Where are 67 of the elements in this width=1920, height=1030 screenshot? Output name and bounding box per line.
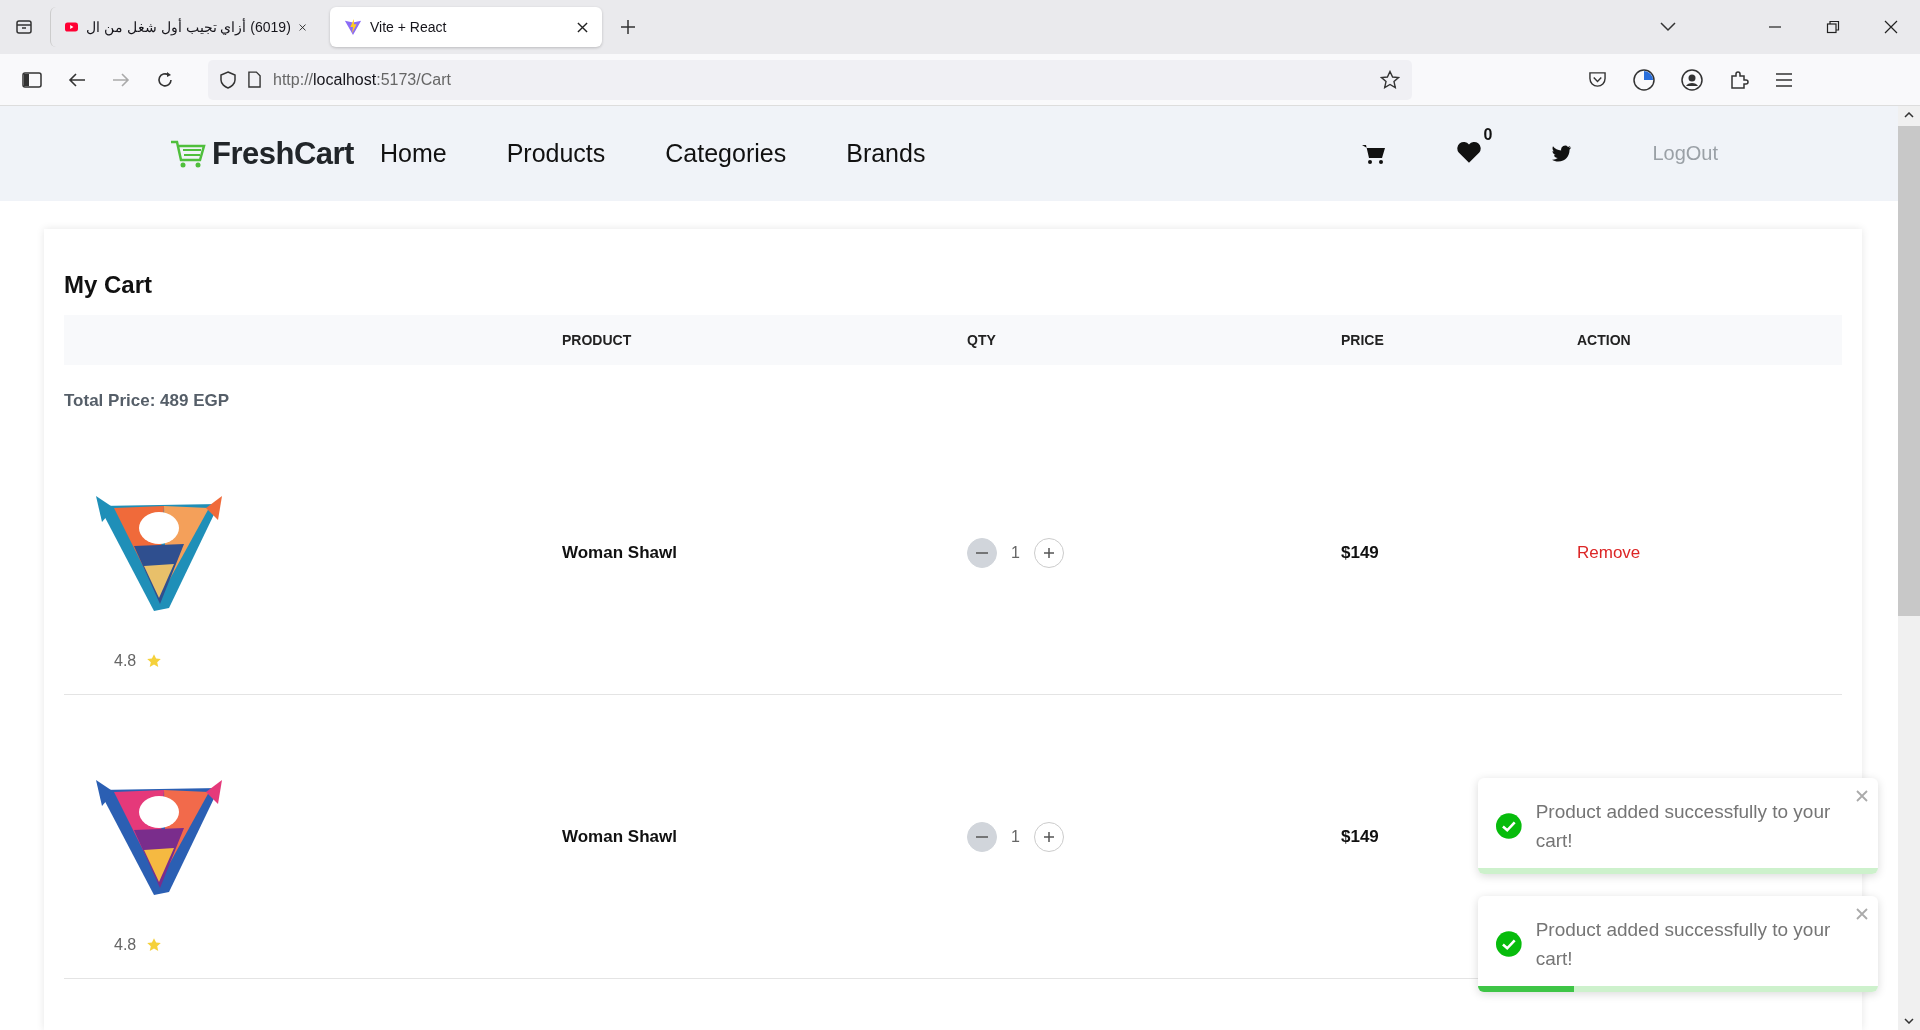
decrease-button[interactable] [967, 821, 997, 852]
shield-icon [220, 70, 236, 89]
plus-icon [1041, 545, 1056, 560]
rating-value: 4.8 [114, 935, 137, 954]
scrollbar[interactable] [1898, 106, 1920, 1030]
url-text: http://localhost:5173/Cart [273, 70, 451, 89]
increase-button[interactable] [1033, 821, 1064, 852]
wishlist-count: 0 [1483, 125, 1493, 144]
total-price: Total Price: 489 EGP [64, 391, 231, 411]
star-icon [146, 936, 163, 953]
browser-tab[interactable]: Vite + React [330, 7, 602, 47]
heart-icon[interactable] [1456, 139, 1483, 164]
star-icon [146, 652, 163, 669]
plus-icon [1041, 829, 1056, 844]
toast-message: Product added successfully to your cart! [1535, 918, 1832, 971]
new-tab-icon[interactable] [620, 19, 636, 35]
brand-name[interactable]: FreshCart [212, 135, 354, 172]
bird-icon[interactable] [1552, 145, 1573, 162]
chevron-down-icon[interactable] [1660, 22, 1676, 32]
browser-tab[interactable]: (6019) أزاي تجيب أول شغل من ال [50, 7, 320, 47]
nav-link[interactable]: Products [506, 139, 606, 168]
restore-icon[interactable] [1826, 20, 1840, 34]
account-icon[interactable] [1681, 68, 1703, 91]
product-price: $149 [1341, 542, 1379, 563]
star-icon[interactable] [1380, 69, 1400, 90]
check-icon [1496, 930, 1522, 958]
close-icon[interactable] [298, 21, 306, 33]
puzzle-icon[interactable] [1729, 69, 1749, 90]
pie-chart-icon[interactable] [1633, 68, 1655, 91]
column-header: ACTION [1577, 332, 1632, 348]
decrease-button[interactable] [967, 537, 997, 568]
minus-icon [976, 835, 988, 838]
product-name: Woman Shawl [562, 826, 677, 847]
close-icon[interactable] [1884, 20, 1898, 34]
rating-value: 4.8 [114, 651, 137, 670]
nav-link[interactable]: Home [379, 139, 447, 168]
menu-icon[interactable] [1775, 72, 1793, 87]
play-icon [65, 20, 78, 34]
chevron-up-icon[interactable] [1904, 112, 1914, 118]
minus-icon [976, 551, 988, 554]
tab-list-icon[interactable] [14, 17, 34, 37]
product-name: Woman Shawl [562, 542, 677, 563]
close-icon[interactable] [577, 21, 588, 33]
page-icon [248, 71, 261, 88]
reload-icon[interactable] [156, 70, 174, 89]
sidebar-icon[interactable] [22, 71, 42, 88]
back-icon[interactable] [68, 71, 86, 88]
nav-link[interactable]: Categories [665, 139, 787, 168]
nav-link[interactable]: Brands [846, 139, 926, 168]
tab-title: (6019) أزاي تجيب أول شغل من ال [86, 19, 291, 35]
cart-title: My Cart [64, 271, 154, 299]
column-header: QTY [967, 332, 997, 348]
column-header: PRICE [1341, 332, 1385, 348]
cart-icon[interactable] [1362, 142, 1387, 165]
column-header: PRODUCT [562, 332, 633, 348]
tab-title: Vite + React [370, 19, 448, 35]
chevron-down-icon[interactable] [1904, 1018, 1914, 1024]
quantity-value: 1 [1011, 827, 1020, 846]
check-icon [1496, 812, 1522, 840]
toast-message: Product added successfully to your cart! [1535, 800, 1832, 853]
increase-button[interactable] [1033, 537, 1064, 568]
remove-link[interactable]: Remove [1577, 542, 1641, 563]
quantity-value: 1 [1011, 543, 1020, 562]
lightning-icon [344, 18, 362, 36]
product-price: $149 [1341, 826, 1379, 847]
address-bar[interactable]: http://localhost:5173/Cart [208, 59, 1412, 100]
pocket-icon[interactable] [1588, 71, 1607, 88]
